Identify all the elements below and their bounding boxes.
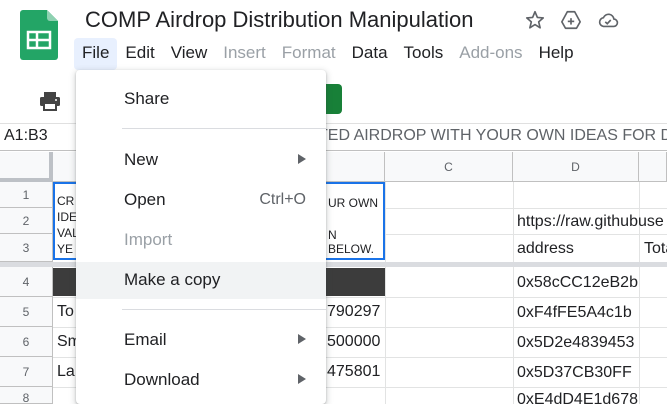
file-menu-new[interactable]: New xyxy=(76,142,326,178)
row-header-1[interactable]: 1 xyxy=(0,182,53,208)
row-header-5[interactable]: 5 xyxy=(0,297,53,327)
menu-view[interactable]: View xyxy=(163,38,216,70)
column-header-c[interactable]: C xyxy=(385,152,513,182)
cell-b6[interactable]: 500000 xyxy=(327,333,380,351)
cell-d5[interactable]: 0xF4fFE5A4c1b xyxy=(517,304,639,322)
menu-bar: File Edit View Insert Format Data Tools … xyxy=(74,38,582,70)
file-menu-email[interactable]: Email xyxy=(76,322,326,358)
cell-d3[interactable]: address xyxy=(517,240,637,258)
cell-d6[interactable]: 0x5D2e4839453 xyxy=(517,334,639,352)
file-menu-make-a-copy-label: Make a copy xyxy=(124,270,221,289)
menu-help[interactable]: Help xyxy=(531,38,582,70)
cell-d2[interactable]: https://raw.githubuse xyxy=(517,213,667,231)
merged-text-line-2: IDE xyxy=(57,210,78,224)
file-menu-new-label: New xyxy=(124,150,159,169)
file-menu-download-label: Download xyxy=(124,370,200,389)
merged-text-right-1: UR OWN xyxy=(328,196,378,210)
file-menu-download[interactable]: Download xyxy=(76,362,326,398)
row-header-7[interactable]: 7 xyxy=(0,357,53,387)
submenu-arrow-icon xyxy=(298,154,306,164)
cell-a5[interactable]: To xyxy=(57,303,74,321)
menu-tools[interactable]: Tools xyxy=(396,38,452,70)
file-menu-import[interactable]: Import xyxy=(76,222,326,258)
formula-input[interactable]: TED AIRDROP WITH YOUR OWN IDEAS FOR DIS xyxy=(318,127,667,145)
print-icon[interactable] xyxy=(38,89,62,113)
merged-text-line-1: CR xyxy=(57,194,75,208)
file-menu-import-label: Import xyxy=(124,230,173,249)
merged-text-line-4: YE xyxy=(57,242,74,256)
sheets-logo-icon[interactable] xyxy=(20,10,58,60)
submenu-arrow-icon xyxy=(298,374,306,384)
file-menu-share[interactable]: Share xyxy=(76,81,326,117)
menu-separator xyxy=(122,128,326,129)
menu-format[interactable]: Format xyxy=(274,38,344,70)
file-menu-email-label: Email xyxy=(124,330,167,349)
name-box[interactable]: A1:B3 xyxy=(4,127,48,145)
cell-e3[interactable]: Tota xyxy=(644,240,667,258)
cell-d4[interactable]: 0x58cCC12eB2b xyxy=(517,274,639,292)
cloud-saved-icon[interactable] xyxy=(597,9,619,31)
cell-d8[interactable]: 0xE4dD4E1d678 xyxy=(517,391,639,404)
star-icon[interactable] xyxy=(524,9,546,31)
menu-edit[interactable]: Edit xyxy=(117,38,162,70)
merged-text-right-4: BELOW. xyxy=(328,242,375,256)
column-header-d[interactable]: D xyxy=(513,152,639,182)
column-header-e[interactable] xyxy=(639,152,667,182)
cell-d7[interactable]: 0x5D37CB30FF xyxy=(517,364,639,382)
row-header-3[interactable]: 3 xyxy=(0,234,53,262)
document-title[interactable]: COMP Airdrop Distribution Manipulation xyxy=(85,7,473,33)
file-menu-open[interactable]: Open Ctrl+O xyxy=(76,182,326,218)
cell-a7[interactable]: La xyxy=(57,363,75,381)
row-header-6[interactable]: 6 xyxy=(0,327,53,357)
file-menu-share-label: Share xyxy=(124,89,170,108)
file-menu-open-label: Open xyxy=(124,190,166,209)
menu-insert[interactable]: Insert xyxy=(215,38,274,70)
menu-file[interactable]: File xyxy=(74,38,118,70)
menu-separator xyxy=(122,309,326,310)
cell-b5[interactable]: 790297 xyxy=(327,303,380,321)
file-menu-dropdown: Share New Open Ctrl+O Import Make a copy… xyxy=(76,70,326,404)
menu-data[interactable]: Data xyxy=(344,38,396,70)
row-header-8[interactable]: 8 xyxy=(0,387,53,404)
file-menu-make-a-copy[interactable]: Make a copy xyxy=(76,262,326,299)
row-header-4[interactable]: 4 xyxy=(0,267,53,297)
merged-text-right-3: N xyxy=(328,228,337,242)
row-header-2[interactable]: 2 xyxy=(0,208,53,234)
file-menu-open-shortcut: Ctrl+O xyxy=(259,191,306,208)
submenu-arrow-icon xyxy=(298,334,306,344)
cell-b7[interactable]: 475801 xyxy=(327,363,380,381)
select-all-corner[interactable] xyxy=(0,152,53,182)
move-to-drive-icon[interactable] xyxy=(560,9,582,31)
menu-add-ons[interactable]: Add-ons xyxy=(451,38,530,70)
